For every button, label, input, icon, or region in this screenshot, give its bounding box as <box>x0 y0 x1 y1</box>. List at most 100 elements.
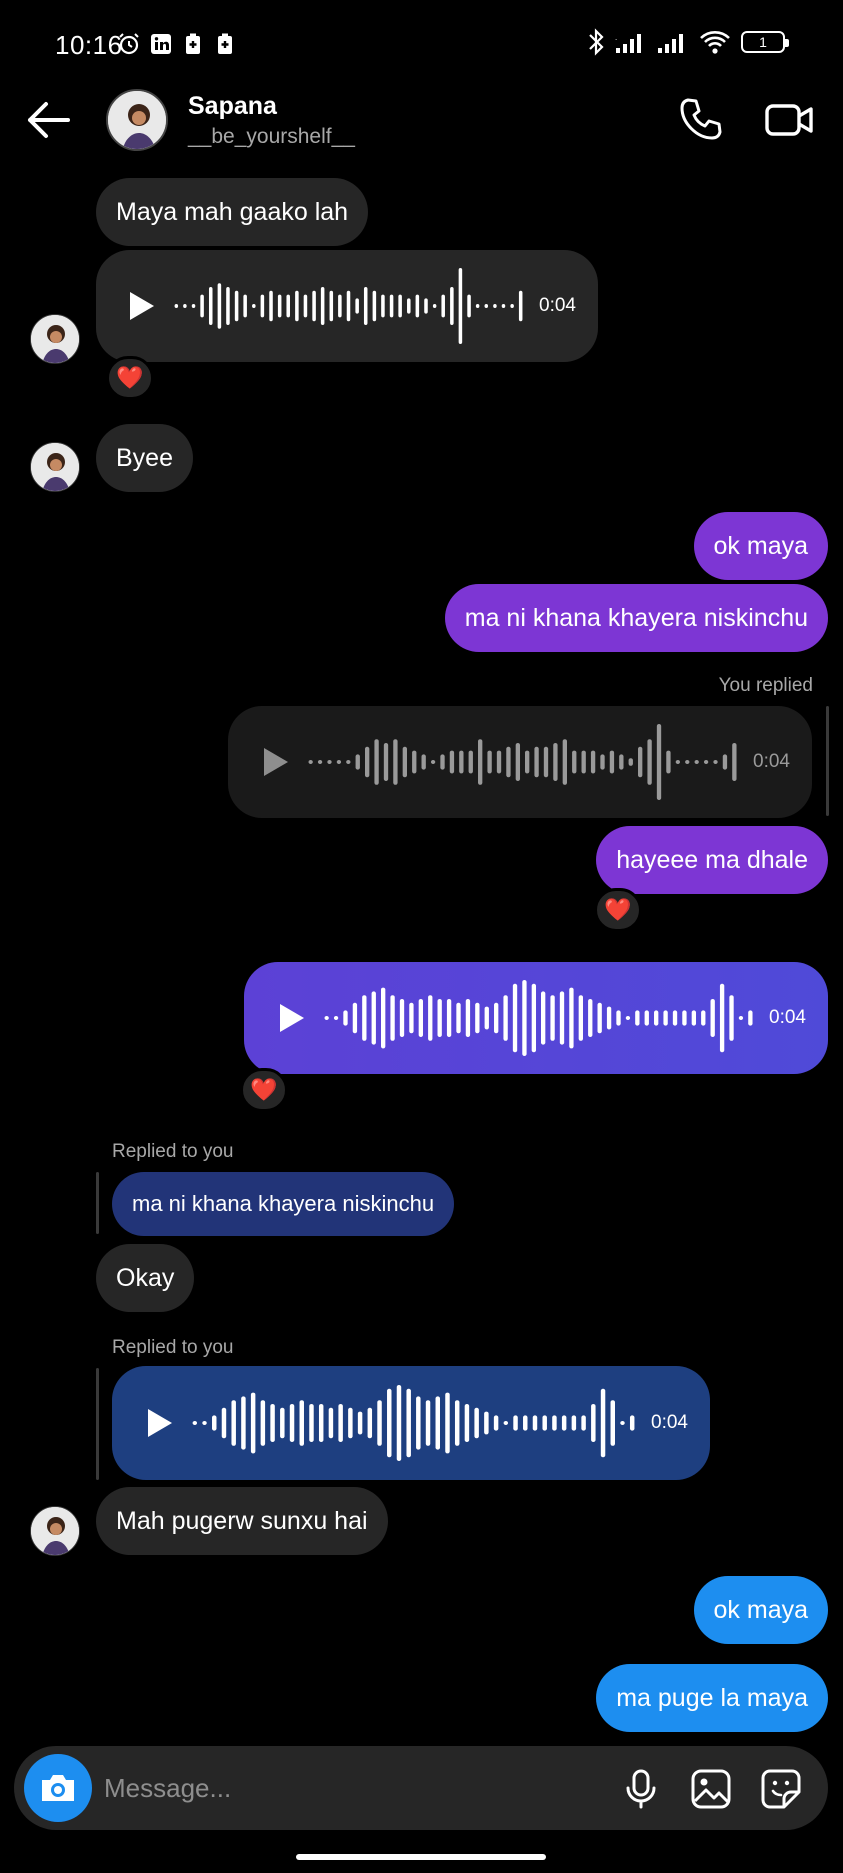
camera-button[interactable] <box>24 1754 92 1822</box>
play-icon[interactable] <box>142 1406 176 1440</box>
sender-avatar[interactable] <box>30 314 80 364</box>
chat-header: Sapana __be_yourshelf__ <box>0 80 843 162</box>
waveform-bar <box>231 1400 236 1446</box>
waveform-bar <box>465 999 471 1037</box>
replied-to-you-label: Replied to you <box>112 1337 234 1358</box>
waveform-bar <box>478 739 483 785</box>
camera-icon <box>42 1775 74 1801</box>
waveform-bar <box>208 287 213 325</box>
waveform-bar <box>445 1392 450 1454</box>
message-text: Byee <box>116 443 173 472</box>
waveform-bar <box>377 1400 382 1446</box>
waveform-bar <box>542 1415 547 1431</box>
waveform[interactable] <box>322 978 755 1058</box>
waveform-bar <box>260 294 265 318</box>
voice-message-incoming[interactable]: 0:04 <box>96 250 598 362</box>
message-bubble-incoming[interactable]: Maya mah gaako lah <box>96 178 369 246</box>
waveform-bar <box>212 1415 217 1431</box>
message-input[interactable] <box>104 1746 604 1830</box>
waveform[interactable] <box>306 722 739 802</box>
waveform-bar <box>682 1010 687 1026</box>
header-avatar[interactable] <box>106 89 168 151</box>
heart-reaction[interactable]: ❤️ <box>594 888 642 932</box>
waveform-bar <box>437 999 442 1037</box>
waveform-bar <box>484 1006 489 1030</box>
waveform-bar <box>666 750 671 774</box>
message-bubble-incoming[interactable]: Mah pugerw sunxu hai <box>96 1487 388 1555</box>
waveform-bar <box>691 1010 697 1026</box>
waveform-bar <box>600 1388 606 1458</box>
waveform-bar <box>317 760 323 764</box>
waveform-bar <box>654 1010 659 1026</box>
waveform-bar <box>475 304 480 308</box>
waveform-bar <box>701 1010 706 1026</box>
signal-icon: . <box>615 33 641 53</box>
status-bar: 10:16 . 1 <box>0 0 843 92</box>
waveform-bar <box>421 754 426 770</box>
message-bubble-outgoing[interactable]: hayeee ma dhale <box>596 826 828 894</box>
message-bubble-outgoing[interactable]: ok maya <box>693 1576 828 1644</box>
message-bubble-outgoing[interactable]: ma puge la maya <box>596 1664 828 1732</box>
waveform-bar <box>522 980 527 1056</box>
message-bubble-outgoing[interactable]: ma ni khana khayera niskinchu <box>444 584 828 652</box>
back-arrow-icon[interactable] <box>24 98 72 142</box>
waveform-bar <box>561 1415 567 1431</box>
waveform-bar <box>357 1411 363 1435</box>
contact-username[interactable]: __be_yourshelf__ <box>188 125 355 149</box>
bluetooth-icon <box>589 28 604 56</box>
waveform-bar <box>506 746 511 778</box>
contact-name[interactable]: Sapana <box>188 92 277 121</box>
waveform-bar <box>192 1421 198 1425</box>
quoted-voice-message[interactable]: 0:04 <box>112 1366 710 1480</box>
waveform-bar <box>512 983 518 1053</box>
sender-avatar[interactable] <box>30 1506 80 1556</box>
waveform-bar <box>241 1396 246 1450</box>
play-icon[interactable] <box>124 289 158 323</box>
waveform-bar <box>200 294 204 318</box>
sticker-icon[interactable] <box>760 1768 802 1810</box>
waveform-bar <box>416 1396 421 1450</box>
waveform-bar <box>532 1415 538 1431</box>
sender-avatar[interactable] <box>30 442 80 492</box>
waveform-bar <box>280 1407 285 1439</box>
message-bubble-outgoing[interactable]: ok maya <box>693 512 828 580</box>
phone-call-icon[interactable] <box>678 96 724 142</box>
waveform-bar <box>346 760 351 764</box>
message-bubble-incoming[interactable]: Okay <box>96 1244 195 1312</box>
waveform-bar <box>732 743 737 781</box>
video-call-icon[interactable] <box>764 98 814 142</box>
waveform-bar <box>289 1404 295 1442</box>
message-text: ma puge la maya <box>616 1683 808 1712</box>
heart-icon: ❤️ <box>250 1077 278 1102</box>
message-text: Okay <box>116 1263 175 1292</box>
waveform-bar <box>441 294 445 318</box>
heart-reaction[interactable]: ❤️ <box>106 356 154 400</box>
waveform-bar <box>588 999 593 1037</box>
waveform-bar <box>464 1404 470 1442</box>
waveform-bar <box>553 743 558 781</box>
waveform-bar <box>387 1388 392 1458</box>
waveform[interactable] <box>190 1383 637 1463</box>
heart-icon: ❤️ <box>116 365 144 390</box>
message-bubble-incoming[interactable]: Byee <box>96 424 193 492</box>
waveform-bar <box>324 1016 329 1020</box>
play-icon[interactable] <box>274 1001 308 1035</box>
voice-message-outgoing[interactable]: 0:04 <box>244 962 828 1074</box>
heart-reaction[interactable]: ❤️ <box>240 1068 288 1112</box>
waveform-bar <box>703 760 709 764</box>
waveform-bar <box>719 983 725 1053</box>
waveform[interactable] <box>172 266 525 346</box>
status-icons-left <box>117 32 237 56</box>
gallery-icon[interactable] <box>690 1768 732 1810</box>
waveform-bar <box>581 1415 586 1431</box>
waveform-bar <box>363 287 368 325</box>
play-icon[interactable] <box>258 745 292 779</box>
quoted-message[interactable]: ma ni khana khayera niskinchu <box>112 1172 455 1236</box>
home-indicator[interactable] <box>296 1854 546 1860</box>
quoted-voice-message[interactable]: 0:04 <box>228 706 812 818</box>
linkedin-icon <box>151 34 171 54</box>
waveform-bar <box>440 754 445 770</box>
waveform-bar <box>221 1407 227 1439</box>
waveform-bar <box>191 304 196 308</box>
microphone-icon[interactable] <box>620 1768 662 1810</box>
